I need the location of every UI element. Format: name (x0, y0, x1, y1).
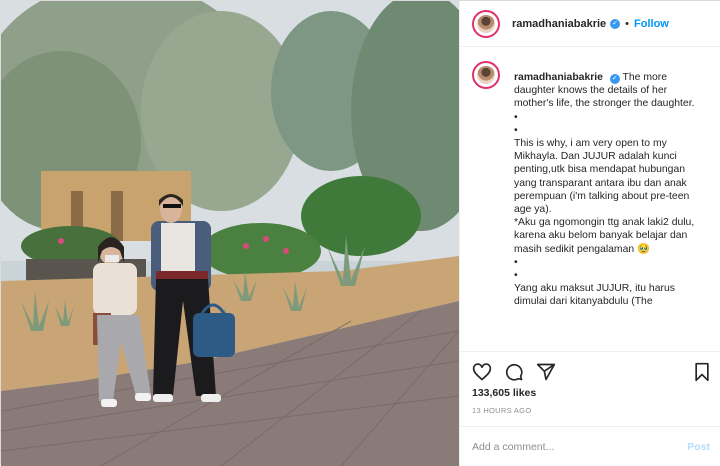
caption-line: Yang aku maksut JUJUR, itu harus dimulai… (514, 283, 675, 308)
instagram-post: ramadhaniabakrie ✓ • Follow ramadhaniaba… (0, 0, 720, 466)
verified-badge-icon: ✓ (609, 74, 620, 84)
caption-text: ramadhaniabakrie ✓ The more daughter kno… (514, 71, 708, 309)
bookmark-icon[interactable] (692, 362, 712, 382)
comment-input[interactable] (472, 440, 688, 453)
caption-line: This is why, i am very open to my Mikhay… (514, 138, 690, 216)
comment-box: Post (460, 426, 720, 466)
caption-line: • (514, 111, 518, 123)
heart-icon[interactable] (472, 362, 492, 382)
likes-count[interactable]: 133,605 likes (472, 387, 536, 399)
caption-line: • (514, 270, 518, 282)
caption-area: ramadhaniabakrie ✓ The more daughter kno… (460, 61, 720, 349)
caption-line: • (514, 124, 518, 136)
caption-avatar[interactable] (472, 61, 500, 89)
header-username[interactable]: ramadhaniabakrie (512, 18, 606, 30)
post-header: ramadhaniabakrie ✓ • Follow (460, 1, 720, 47)
caption-line: *Aku ga ngomongin ttg anak laki2 dulu, k… (514, 217, 695, 255)
verified-badge-icon: ✓ (610, 18, 621, 29)
post-photo[interactable] (1, 1, 459, 466)
caption-line: • (514, 256, 518, 268)
action-bar (460, 351, 720, 391)
post-comment-button[interactable]: Post (687, 441, 710, 453)
photo-scene (1, 1, 459, 466)
share-icon[interactable] (536, 362, 556, 382)
post-timestamp[interactable]: 13 HOURS AGO (472, 406, 531, 415)
avatar[interactable] (472, 9, 500, 38)
follow-button[interactable]: Follow (634, 18, 669, 30)
comment-icon[interactable] (504, 362, 524, 382)
caption-username[interactable]: ramadhaniabakrie (514, 72, 603, 83)
post-side-panel: ramadhaniabakrie ✓ • Follow ramadhaniaba… (459, 1, 720, 466)
header-separator: • (625, 17, 630, 30)
